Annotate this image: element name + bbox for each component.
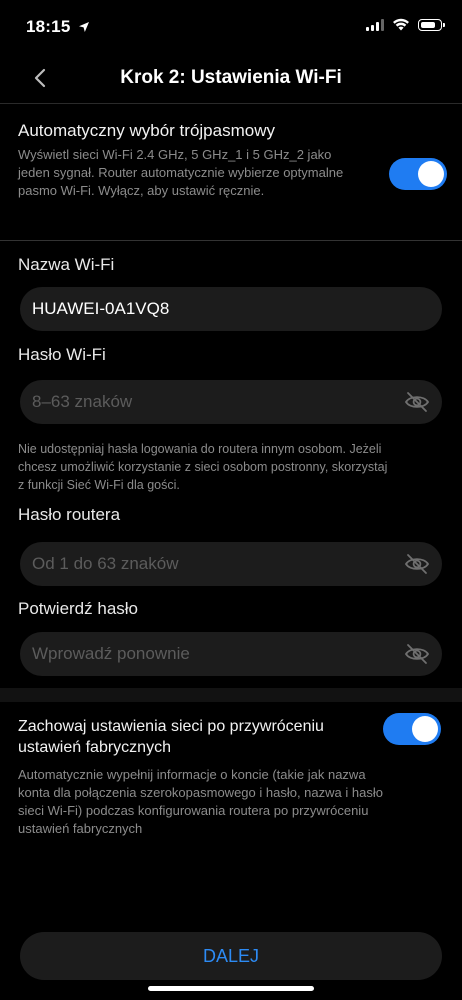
next-button[interactable]: DALEJ [20,932,442,980]
confirm-password-label: Potwierdź hasło [18,599,139,618]
location-arrow-icon [79,22,89,32]
eye-slash-icon[interactable] [404,391,430,413]
eye-slash-icon[interactable] [404,643,430,665]
nav-divider [0,103,462,104]
status-time: 18:15 [26,17,71,36]
home-indicator[interactable] [148,986,314,991]
wifi-name-field[interactable] [20,287,442,331]
wifi-password-hint: Nie udostępniaj hasła logowania do route… [18,442,388,492]
eye-slash-icon[interactable] [404,553,430,575]
battery-icon [418,18,445,31]
tri-band-title: Automatyczny wybór trójpasmowy [18,121,275,140]
router-password-label: Hasło routera [18,505,121,524]
confirm-password-input[interactable] [32,644,398,664]
router-password-field[interactable] [20,542,442,586]
keep-settings-hint: Automatycznie wypełnij informacje o konc… [18,767,383,836]
status-indicators [366,18,445,31]
cellular-signal-icon [366,18,384,31]
wifi-name-input[interactable] [32,299,430,319]
router-password-input[interactable] [32,554,398,574]
section-divider [0,240,462,241]
wifi-password-field[interactable] [20,380,442,424]
tri-band-toggle[interactable] [389,158,447,190]
toggle-knob [412,716,438,742]
tri-band-hint: Wyświetl sieci Wi-Fi 2.4 GHz, 5 GHz_1 i … [18,147,344,198]
page-title: Krok 2: Ustawienia Wi-Fi [120,67,342,88]
toggle-knob [418,161,444,187]
wifi-password-label: Hasło Wi-Fi [18,345,106,364]
confirm-password-field[interactable] [20,632,442,676]
keep-settings-title: Zachowaj ustawienia sieci po przywróceni… [18,718,324,756]
wifi-password-input[interactable] [32,392,398,412]
keep-settings-toggle[interactable] [383,713,441,745]
section-separator [0,688,462,702]
wifi-name-label: Nazwa Wi-Fi [18,255,115,274]
wifi-icon [393,18,409,31]
